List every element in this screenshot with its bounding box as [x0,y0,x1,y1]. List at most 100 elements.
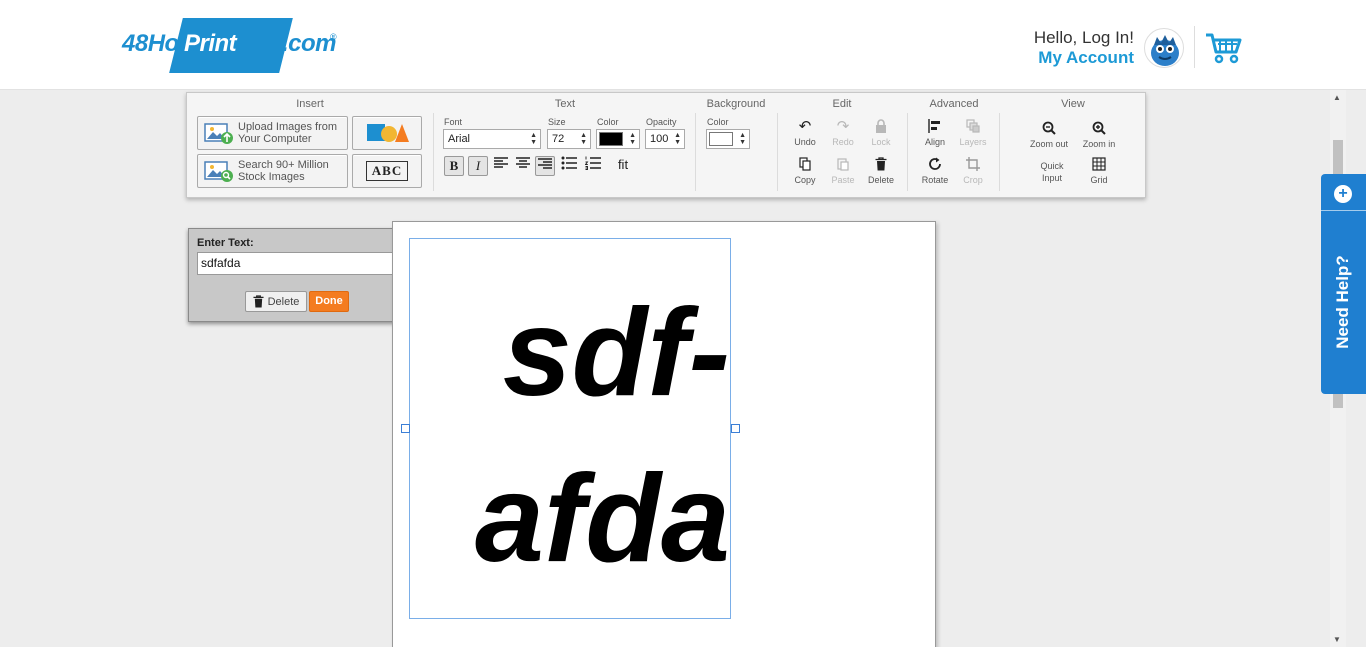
logo-text-print: Print [184,30,237,57]
delete-text-button[interactable]: Delete [245,291,307,312]
redo-label: Redo [832,137,854,147]
section-title-view: View [1061,98,1085,110]
mascot-avatar-icon[interactable] [1144,28,1184,68]
align-center-icon [516,157,530,168]
toolbar-divider [433,113,434,191]
section-title-edit: Edit [832,98,852,110]
italic-button[interactable]: I [468,156,488,176]
header-divider [1194,26,1195,68]
shapes-icon [367,124,409,142]
align-right-button[interactable] [535,156,555,176]
login-greeting[interactable]: Hello, Log In! [1034,28,1134,48]
opacity-value: 100 [650,133,669,145]
text-color-swatch [599,132,623,146]
resize-handle-right[interactable] [731,424,740,433]
upload-label-line1: Upload Images from [238,121,338,133]
enter-text-panel: Enter Text: sdfafda Delete Done [188,228,404,322]
toolbar-divider [907,113,908,191]
upload-images-button[interactable]: Upload Images from Your Computer [197,116,348,150]
lock-label: Lock [871,137,891,147]
zoom-in-button[interactable]: Zoom in [1077,121,1121,149]
quick-input-label-line1: Quick [1040,161,1064,171]
layers-label: Layers [959,137,987,147]
crop-icon [951,157,995,173]
delete-button[interactable]: Delete [859,157,903,185]
search-label-line1: Search 90+ Million [238,159,329,171]
my-account-link[interactable]: My Account [1038,48,1134,68]
numbered-list-icon [584,156,601,170]
trash-icon [859,157,903,173]
align-label: Align [924,137,945,147]
upload-image-icon [204,123,233,144]
scroll-down-icon[interactable]: ▼ [1333,635,1341,644]
trash-icon [253,295,264,308]
cart-icon[interactable] [1204,32,1244,64]
text-color-label: Color [597,117,619,127]
zoom-out-button[interactable]: Zoom out [1027,121,1071,149]
editor-toolbar: Insert Text Background Edit Advanced Vie… [186,92,1146,198]
rotate-label: Rotate [921,175,949,185]
align-left-icon [494,157,508,168]
text-color-picker[interactable]: ▲ ▼ [596,129,640,149]
fit-text-button[interactable]: fit [613,156,633,176]
stepper-arrows-icon: ▲ ▼ [629,132,636,146]
opacity-select[interactable]: 100 ▲ ▼ [645,129,685,149]
text-tool-label: ABC [365,161,409,181]
paste-label: Paste [831,175,855,185]
numbered-list-button[interactable] [583,156,603,176]
zoom-out-label: Zoom out [1029,139,1069,149]
copy-label: Copy [794,175,816,185]
delete-label: Delete [867,175,894,185]
insert-shapes-button[interactable] [352,116,422,150]
done-button[interactable]: Done [309,291,349,312]
stock-image-search-icon [204,161,233,182]
resize-handle-left[interactable] [401,424,410,433]
logo-registered-mark: ® [330,32,337,42]
align-left-button[interactable] [491,156,511,176]
align-center-button[interactable] [513,156,533,176]
scroll-up-icon[interactable]: ▲ [1333,93,1341,102]
lock-button[interactable]: Lock [859,119,903,147]
section-title-background: Background [706,98,766,110]
lock-icon [859,119,903,135]
need-help-label: Need Help? [1333,255,1352,349]
crop-button[interactable]: Crop [951,157,995,185]
grid-label: Grid [1090,175,1108,185]
delete-text-label: Delete [267,295,300,308]
text-input[interactable]: sdfafda [197,252,397,275]
undo-label: Undo [794,137,816,147]
plus-icon[interactable]: + [1334,185,1352,203]
canvas-text-line2: afda [475,450,730,588]
help-divider [1321,210,1366,211]
enter-text-label: Enter Text: [197,237,254,249]
zoom-in-label: Zoom in [1082,139,1116,149]
font-select[interactable]: Arial ▲ ▼ [443,129,541,149]
insert-text-button[interactable]: ABC [352,154,422,188]
search-stock-images-button[interactable]: Search 90+ Million Stock Images [197,154,348,188]
site-logo[interactable]: 48Hour Print .com ® [122,18,342,74]
grid-button[interactable]: Grid [1077,157,1121,185]
size-select[interactable]: 72 ▲ ▼ [547,129,591,149]
quick-input-button[interactable]: Quick Input [1030,160,1074,184]
canvas-text-line1: sdf- [502,284,730,422]
toolbar-divider [999,113,1000,191]
align-right-icon [538,158,552,169]
upload-label-line2: Your Computer [238,133,312,145]
section-title-insert: Insert [296,98,324,110]
background-color-label: Color [707,117,729,127]
bullet-list-button[interactable] [559,156,579,176]
background-color-picker[interactable]: ▲ ▼ [706,129,750,149]
opacity-label: Opacity [646,117,677,127]
layers-button[interactable]: Layers [951,119,995,147]
bold-button[interactable]: B [444,156,464,176]
section-title-advanced: Advanced [929,98,979,110]
need-help-tab[interactable]: + Need Help? [1321,174,1366,394]
crop-label: Crop [963,175,983,185]
size-value: 72 [552,133,565,145]
toolbar-divider [695,113,696,191]
section-title-text: Text [554,98,576,110]
stepper-arrows-icon: ▲ ▼ [580,132,587,146]
selected-text-object[interactable]: sdf- afda [409,238,731,619]
zoom-in-icon [1077,121,1121,137]
grid-icon [1077,157,1121,173]
